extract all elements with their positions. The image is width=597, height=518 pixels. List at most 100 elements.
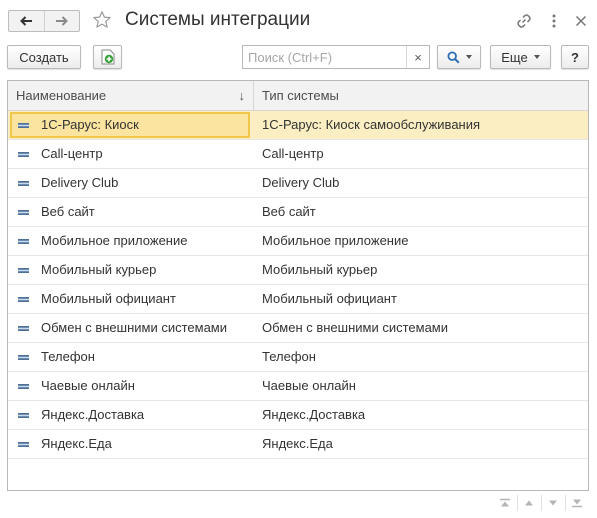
table-row[interactable]: Веб сайт Веб сайт <box>8 198 588 227</box>
cell-type[interactable]: Мобильный курьер <box>254 256 588 284</box>
table-row[interactable]: Мобильный официант Мобильный официант <box>8 285 588 314</box>
cell-name[interactable]: Яндекс.Еда <box>8 430 254 458</box>
cell-name-box: Обмен с внешними системами <box>10 315 250 341</box>
cell-name[interactable]: Call-центр <box>8 140 254 168</box>
forward-arrow-icon <box>55 16 68 26</box>
table-row[interactable]: 1С-Рарус: Киоск 1С-Рарус: Киоск самообслу… <box>8 111 588 140</box>
cell-type[interactable]: Чаевые онлайн <box>254 372 588 400</box>
row-item-icon <box>18 151 29 157</box>
table-row[interactable]: Телефон Телефон <box>8 343 588 372</box>
column-header-name[interactable]: Наименование ↓ <box>8 81 254 110</box>
cell-type[interactable]: Яндекс.Доставка <box>254 401 588 429</box>
sort-down-icon: ↓ <box>238 88 246 103</box>
star-icon[interactable] <box>92 10 112 30</box>
row-item-icon <box>18 296 29 302</box>
forward-button[interactable] <box>43 11 80 31</box>
cell-type[interactable]: Мобильное приложение <box>254 227 588 255</box>
column-header-name-label: Наименование <box>16 88 107 103</box>
cell-name[interactable]: Мобильный курьер <box>8 256 254 284</box>
table-row[interactable]: Call-центр Call-центр <box>8 140 588 169</box>
table-row[interactable]: Обмен с внешними системами Обмен с внешни… <box>8 314 588 343</box>
cell-name[interactable]: Мобильное приложение <box>8 227 254 255</box>
cell-name-text: Яндекс.Доставка <box>41 407 145 422</box>
scroll-bottom-button[interactable] <box>566 493 588 513</box>
table-header: Наименование ↓ Тип системы <box>8 81 588 111</box>
cell-name-text: Телефон <box>41 349 95 364</box>
cell-type[interactable]: 1С-Рарус: Киоск самообслуживания <box>254 111 588 139</box>
cell-type[interactable]: Мобильный официант <box>254 285 588 313</box>
clear-search-button[interactable]: × <box>406 46 429 68</box>
table-row[interactable]: Чаевые онлайн Чаевые онлайн <box>8 372 588 401</box>
cell-name-box: Веб сайт <box>10 199 250 225</box>
search-input[interactable] <box>243 47 406 67</box>
add-copy-button[interactable] <box>93 45 122 69</box>
column-header-type[interactable]: Тип системы <box>254 81 588 110</box>
more-vertical-icon <box>552 14 556 28</box>
cell-type[interactable]: Яндекс.Еда <box>254 430 588 458</box>
scroll-up-icon <box>525 500 533 506</box>
cell-type[interactable]: Обмен с внешними системами <box>254 314 588 342</box>
cell-type[interactable]: Веб сайт <box>254 198 588 226</box>
row-item-icon <box>18 122 29 128</box>
table-row[interactable]: Delivery Club Delivery Club <box>8 169 588 198</box>
cell-name-box: Телефон <box>10 344 250 370</box>
row-item-icon <box>18 412 29 418</box>
row-item-icon <box>18 238 29 244</box>
table-row[interactable]: Яндекс.Еда Яндекс.Еда <box>8 430 588 459</box>
cell-name[interactable]: Веб сайт <box>8 198 254 226</box>
cell-name-box: Яндекс.Еда <box>10 431 250 457</box>
cell-name-text: Delivery Club <box>41 175 119 190</box>
table-row[interactable]: Мобильное приложение Мобильное приложение <box>8 227 588 256</box>
cell-name[interactable]: Delivery Club <box>8 169 254 197</box>
more-button[interactable]: Еще <box>490 45 551 69</box>
cell-name-box: Delivery Club <box>10 170 250 196</box>
more-actions-button[interactable] <box>545 12 563 30</box>
cell-type[interactable]: Телефон <box>254 343 588 371</box>
cell-name-text: Яндекс.Еда <box>41 436 112 451</box>
scroll-top-button[interactable] <box>494 493 516 513</box>
row-item-icon <box>18 354 29 360</box>
cell-name-text: Мобильный официант <box>41 291 176 306</box>
cell-name-text: Мобильное приложение <box>41 233 188 248</box>
cell-type[interactable]: Call-центр <box>254 140 588 168</box>
cell-name[interactable]: Мобильный официант <box>8 285 254 313</box>
back-arrow-icon <box>20 16 33 26</box>
cell-name[interactable]: Обмен с внешними системами <box>8 314 254 342</box>
scroll-bottom-icon <box>572 499 582 508</box>
link-icon <box>517 14 531 28</box>
cell-name-text: Веб сайт <box>41 204 95 219</box>
create-button[interactable]: Создать <box>7 45 81 69</box>
table-row[interactable]: Мобильный курьер Мобильный курьер <box>8 256 588 285</box>
scroll-down-icon <box>549 500 557 506</box>
row-item-icon <box>18 267 29 273</box>
cell-name-text: Обмен с внешними системами <box>41 320 228 335</box>
search-field: × <box>242 45 430 69</box>
close-button[interactable] <box>572 12 590 30</box>
row-item-icon <box>18 209 29 215</box>
table-row[interactable]: Яндекс.Доставка Яндекс.Доставка <box>8 401 588 430</box>
row-item-icon <box>18 441 29 447</box>
page-title: Системы интеграции <box>125 9 311 30</box>
cell-name[interactable]: Яндекс.Доставка <box>8 401 254 429</box>
row-item-icon <box>18 325 29 331</box>
chevron-down-icon <box>533 55 540 59</box>
cell-name[interactable]: Чаевые онлайн <box>8 372 254 400</box>
scroll-up-button[interactable] <box>518 493 540 513</box>
row-item-icon <box>18 180 29 186</box>
back-button[interactable] <box>9 11 44 31</box>
more-button-label: Еще <box>501 49 528 65</box>
search-icon <box>446 50 460 64</box>
chevron-down-icon <box>465 55 472 59</box>
link-button[interactable] <box>515 12 533 30</box>
cell-name[interactable]: Телефон <box>8 343 254 371</box>
row-item-icon <box>18 383 29 389</box>
scroll-down-button[interactable] <box>542 493 564 513</box>
systems-table: Наименование ↓ Тип системы 1С-Рарус: Кио… <box>7 80 589 491</box>
cell-name-text: Call-центр <box>41 146 103 161</box>
scroll-top-icon <box>500 498 510 507</box>
title-bar: Системы интеграции <box>0 0 597 42</box>
help-button[interactable]: ? <box>561 45 589 69</box>
search-button[interactable] <box>437 45 481 69</box>
cell-name[interactable]: 1С-Рарус: Киоск <box>8 111 254 139</box>
cell-type[interactable]: Delivery Club <box>254 169 588 197</box>
